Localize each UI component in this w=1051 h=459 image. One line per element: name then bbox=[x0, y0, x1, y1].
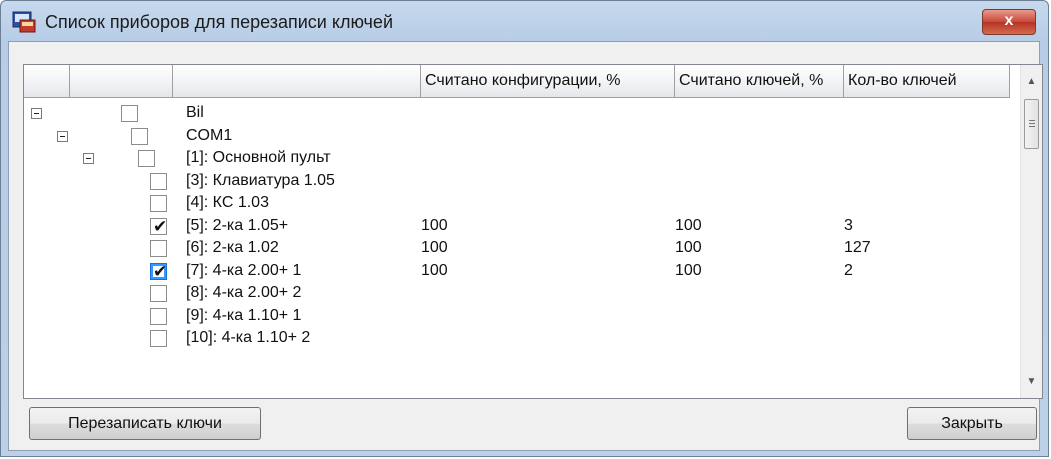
table-row[interactable]: [10]: 4-ка 1.10+ 2 bbox=[24, 328, 1014, 351]
window-title: Список приборов для перезаписи ключей bbox=[45, 12, 393, 32]
device-name: Bil bbox=[186, 104, 204, 121]
row-checkbox[interactable] bbox=[150, 172, 167, 190]
table-row[interactable]: ✔ [5]: 2-ка 1.05+ 100 100 3 bbox=[24, 216, 1014, 239]
close-button[interactable]: Закрыть bbox=[907, 407, 1037, 440]
row-checkbox[interactable] bbox=[121, 105, 138, 122]
keys-read-value: 100 bbox=[675, 239, 702, 256]
row-checkbox[interactable] bbox=[150, 240, 167, 257]
column-header-expand[interactable] bbox=[24, 65, 70, 98]
scroll-down-arrow-icon[interactable]: ▼ bbox=[1021, 373, 1042, 391]
device-tree-grid[interactable]: Считано конфигурации, % Считано ключей, … bbox=[23, 64, 1043, 399]
close-icon: x bbox=[1004, 12, 1014, 29]
scroll-up-arrow-icon[interactable]: ▲ bbox=[1021, 73, 1042, 91]
scrollbar-thumb[interactable] bbox=[1024, 99, 1039, 149]
vertical-scrollbar[interactable]: ▲ ▼ bbox=[1020, 65, 1042, 398]
device-name: COM1 bbox=[186, 126, 233, 144]
device-name: [9]: 4-ка 1.10+ 1 bbox=[186, 306, 302, 324]
title-bar[interactable]: Список приборов для перезаписи ключей x bbox=[1, 1, 1048, 43]
key-count-value: 3 bbox=[844, 216, 853, 234]
row-checkbox[interactable]: ✔ bbox=[150, 216, 168, 236]
table-row[interactable]: [3]: Клавиатура 1.05 bbox=[24, 171, 1014, 194]
column-header-keys-read[interactable]: Считано ключей, % bbox=[675, 65, 844, 98]
row-checkbox[interactable] bbox=[150, 330, 167, 347]
table-row[interactable]: ✔ [7]: 4-ка 2.00+ 1 100 100 2 bbox=[24, 261, 1014, 284]
collapse-icon[interactable] bbox=[83, 153, 94, 164]
config-read-value: 100 bbox=[421, 261, 448, 279]
config-read-value: 100 bbox=[421, 216, 448, 234]
key-count-value: 127 bbox=[844, 239, 871, 256]
row-checkbox[interactable] bbox=[150, 307, 167, 325]
row-checkbox[interactable] bbox=[138, 150, 155, 167]
table-row[interactable]: Bil bbox=[24, 103, 1014, 126]
column-header-key-count[interactable]: Кол-во ключей bbox=[844, 65, 1010, 98]
device-window-icon bbox=[12, 11, 36, 33]
column-header-name[interactable] bbox=[173, 65, 421, 98]
device-name: [7]: 4-ка 2.00+ 1 bbox=[186, 261, 302, 279]
table-row[interactable]: [8]: 4-ка 2.00+ 2 bbox=[24, 283, 1014, 306]
collapse-icon[interactable] bbox=[31, 108, 42, 119]
table-row[interactable]: [6]: 2-ка 1.02 100 100 127 bbox=[24, 238, 1014, 261]
collapse-icon[interactable] bbox=[57, 130, 68, 142]
keys-read-value: 100 bbox=[675, 261, 702, 279]
device-name: [8]: 4-ка 2.00+ 2 bbox=[186, 284, 302, 301]
column-header-config-read[interactable]: Считано конфигурации, % bbox=[421, 65, 675, 98]
table-row[interactable]: [4]: КС 1.03 bbox=[24, 193, 1014, 216]
grid-header: Считано конфигурации, % Считано ключей, … bbox=[24, 65, 1024, 98]
close-window-button[interactable]: x bbox=[982, 9, 1036, 35]
device-name: [10]: 4-ка 1.10+ 2 bbox=[186, 329, 311, 346]
table-row[interactable]: COM1 bbox=[24, 126, 1014, 149]
dialog-window: Список приборов для перезаписи ключей x … bbox=[0, 0, 1049, 457]
checkmark-icon: ✔ bbox=[153, 261, 168, 281]
column-header-check[interactable] bbox=[70, 65, 173, 98]
key-count-value: 2 bbox=[844, 261, 853, 279]
row-checkbox[interactable] bbox=[150, 195, 167, 212]
row-checkbox[interactable] bbox=[131, 127, 148, 145]
rewrite-keys-button[interactable]: Перезаписать ключи bbox=[29, 407, 261, 440]
device-name: [4]: КС 1.03 bbox=[186, 194, 269, 211]
table-row[interactable]: [9]: 4-ка 1.10+ 1 bbox=[24, 306, 1014, 329]
row-checkbox[interactable]: ✔ bbox=[150, 261, 168, 281]
row-checkbox[interactable] bbox=[150, 285, 167, 302]
device-name: [1]: Основной пульт bbox=[186, 149, 331, 166]
device-name: [3]: Клавиатура 1.05 bbox=[186, 171, 335, 189]
device-name: [6]: 2-ка 1.02 bbox=[186, 239, 279, 256]
table-row[interactable]: [1]: Основной пульт bbox=[24, 148, 1014, 171]
config-read-value: 100 bbox=[421, 239, 448, 256]
checkmark-icon: ✔ bbox=[153, 216, 168, 236]
device-name: [5]: 2-ка 1.05+ bbox=[186, 216, 289, 234]
keys-read-value: 100 bbox=[675, 216, 702, 234]
